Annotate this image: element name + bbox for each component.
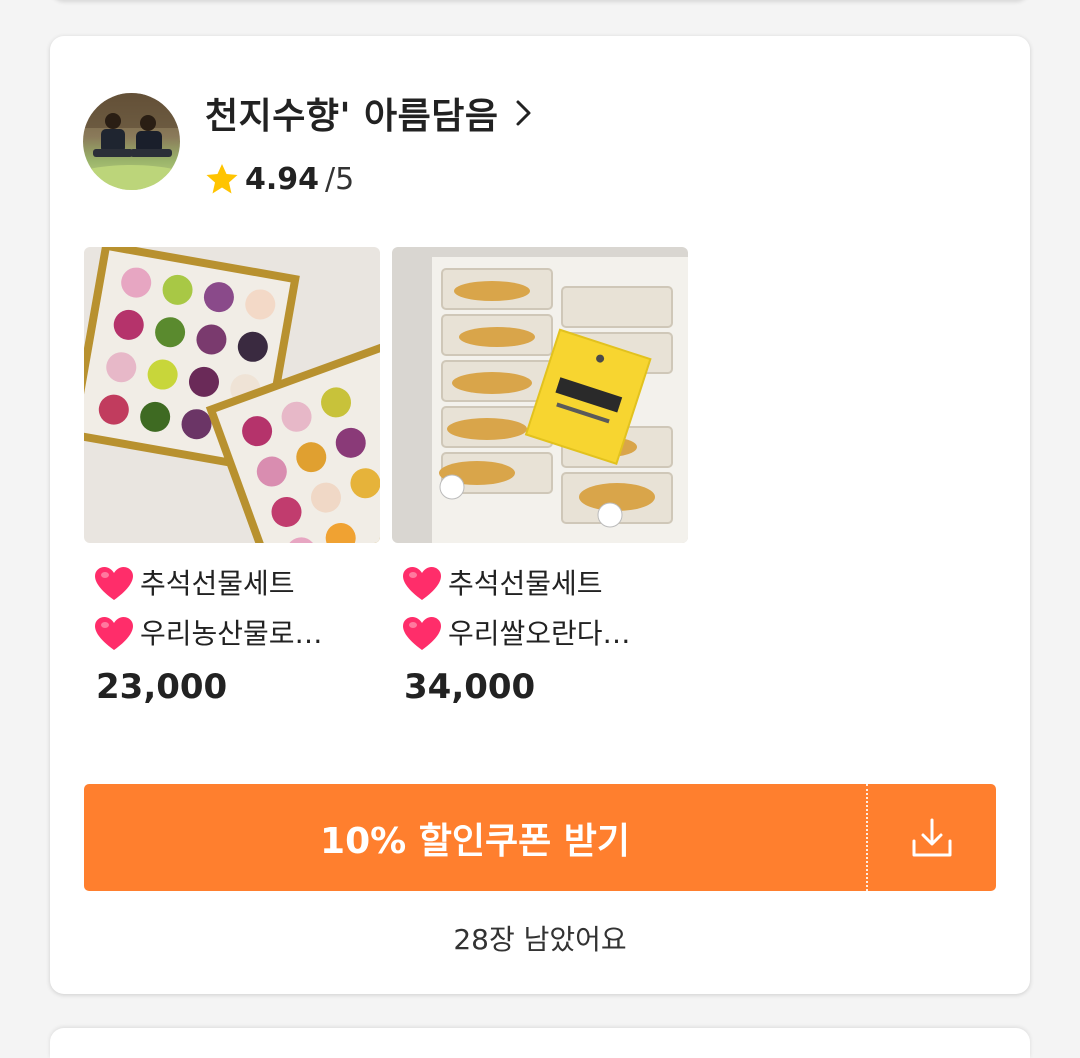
seller-name: 천지수향' 아름담음: [205, 96, 499, 137]
heart-icon: [95, 617, 133, 650]
get-coupon-button[interactable]: 10% 할인쿠폰 받기: [84, 784, 866, 891]
product-title-line2: 우리쌀오란다…: [448, 617, 631, 650]
coupon-download-button[interactable]: [868, 784, 996, 891]
product-price: 34,000: [404, 667, 536, 707]
seller-coupon-card: 천지수향' 아름담음 4.94 /5 추석선물세트 우리농산물로… 23,000…: [50, 36, 1030, 994]
product-title-line1: 추석선물세트: [448, 567, 603, 600]
product-title: 추석선물세트 우리쌀오란다…: [392, 559, 688, 659]
star-icon: [206, 164, 238, 194]
next-card-edge: [50, 1028, 1030, 1058]
coupon-remaining-count: 28장 남았어요: [453, 923, 627, 956]
rating-value: 4.94: [245, 161, 320, 197]
product-card[interactable]: 추석선물세트 우리농산물로… 23,000: [84, 247, 380, 707]
seller-name-link[interactable]: 천지수향' 아름담음: [205, 88, 533, 138]
product-title: 추석선물세트 우리농산물로…: [84, 559, 380, 659]
heart-icon: [403, 567, 441, 600]
product-image[interactable]: [392, 247, 688, 543]
seller-rating: 4.94 /5: [205, 159, 354, 199]
product-price: 23,000: [96, 667, 228, 707]
chevron-right-icon: [516, 100, 531, 126]
seller-avatar[interactable]: [83, 93, 180, 190]
coupon-bar: 10% 할인쿠폰 받기: [84, 784, 996, 891]
product-title-line1: 추석선물세트: [140, 567, 295, 600]
download-icon: [912, 818, 952, 856]
heart-icon: [403, 617, 441, 650]
product-title-line2: 우리농산물로…: [140, 617, 323, 650]
product-image[interactable]: [84, 247, 380, 543]
rating-max: /5: [325, 161, 355, 197]
heart-icon: [95, 567, 133, 600]
product-card[interactable]: 추석선물세트 우리쌀오란다… 34,000: [392, 247, 688, 707]
